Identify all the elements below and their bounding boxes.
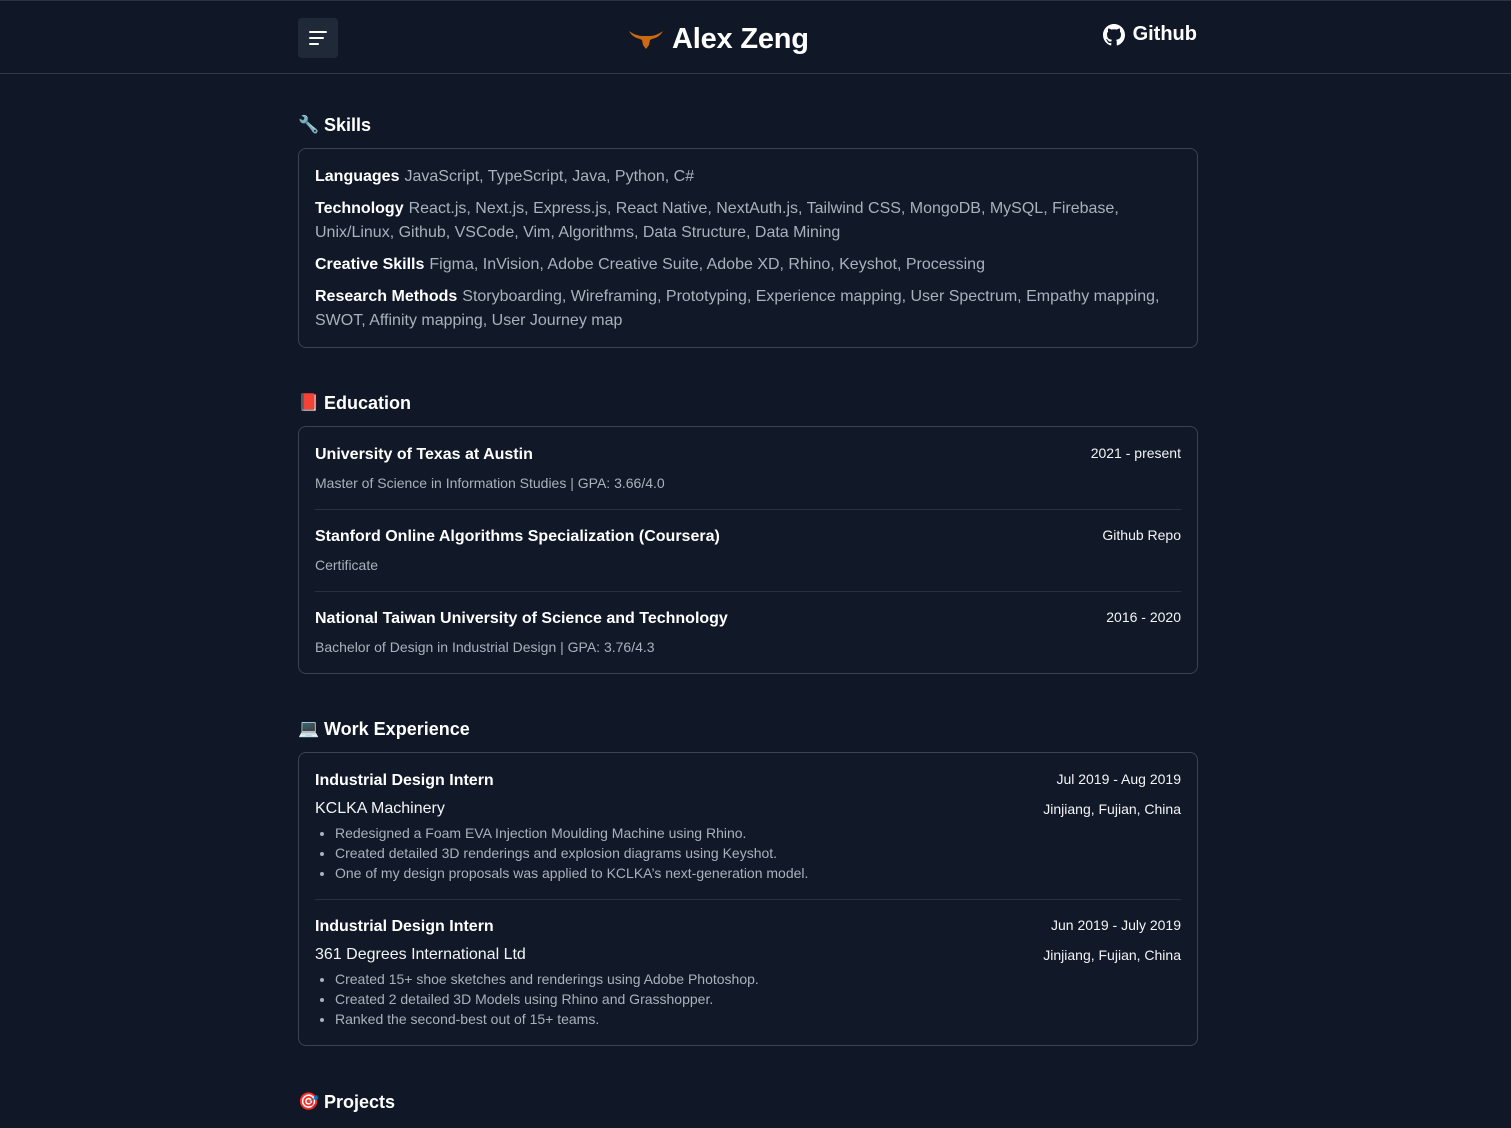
list-item: Created 15+ shoe sketches and renderings… — [335, 969, 1181, 989]
list-item: One of my design proposals was applied t… — [335, 863, 1181, 883]
work-card: Industrial Design Intern Jul 2019 - Aug … — [298, 752, 1198, 1046]
wrench-icon: 🔧 — [298, 115, 320, 134]
work-item: Industrial Design Intern Jun 2019 - July… — [299, 899, 1197, 1045]
skill-label: Research Methods — [315, 288, 458, 305]
certificate-link[interactable]: Certificate — [315, 555, 1181, 575]
education-title: Education — [324, 392, 412, 413]
github-link[interactable]: Github — [1102, 23, 1197, 46]
github-icon — [1102, 23, 1125, 45]
skills-heading: 🔧 Skills — [298, 112, 1198, 138]
skill-value: Figma, InVision, Adobe Creative Suite, A… — [429, 256, 985, 273]
school-name: National Taiwan University of Science an… — [315, 610, 728, 627]
skill-label: Languages — [315, 168, 400, 185]
education-dates: 2016 - 2020 — [1106, 609, 1181, 625]
skill-row-creative: Creative Skills Figma, InVision, Adobe Cr… — [315, 253, 1181, 277]
skill-label: Technology — [315, 200, 404, 217]
skill-label: Creative Skills — [315, 256, 425, 273]
skill-row-technology: Technology React.js, Next.js, Express.js,… — [315, 197, 1181, 245]
top-navbar: Alex Zeng Github — [0, 0, 1511, 74]
laptop-icon: 💻 — [298, 719, 320, 738]
work-heading: 💻 Work Experience — [298, 716, 1198, 742]
job-location: Jinjiang, Fujian, China — [1043, 801, 1181, 817]
longhorn-logo-icon — [629, 31, 663, 49]
job-role: Industrial Design Intern — [315, 772, 494, 789]
brand[interactable]: Alex Zeng — [628, 19, 809, 59]
job-location: Jinjiang, Fujian, China — [1043, 947, 1181, 963]
company-name: 361 Degrees International Ltd — [315, 946, 526, 963]
book-icon: 📕 — [298, 393, 320, 412]
work-title: Work Experience — [324, 718, 470, 739]
skill-value: React.js, Next.js, Express.js, React Nat… — [315, 200, 1119, 241]
skills-title: Skills — [324, 114, 372, 135]
company-name: KCLKA Machinery — [315, 800, 445, 817]
work-item: Industrial Design Intern Jul 2019 - Aug … — [299, 753, 1197, 899]
education-card: University of Texas at Austin 2021 - pre… — [298, 426, 1198, 674]
list-item: Created detailed 3D renderings and explo… — [335, 843, 1181, 863]
education-item: Stanford Online Algorithms Specializatio… — [299, 509, 1197, 591]
projects-title: Projects — [324, 1091, 396, 1112]
hamburger-icon — [309, 31, 327, 45]
skill-value: JavaScript, TypeScript, Java, Python, C# — [404, 168, 695, 185]
job-dates: Jun 2019 - July 2019 — [1051, 917, 1181, 933]
education-heading: 📕 Education — [298, 390, 1198, 416]
resume-content: 🔧 Skills Languages JavaScript, TypeScript… — [298, 112, 1198, 1125]
degree-detail: Master of Science in Information Studies… — [315, 475, 665, 491]
list-item: Created 2 detailed 3D Models using Rhino… — [335, 989, 1181, 1009]
github-repo-link[interactable]: Github Repo — [1102, 525, 1181, 545]
github-label: Github — [1132, 23, 1197, 45]
skill-row-research: Research Methods Storyboarding, Wireframi… — [315, 285, 1181, 333]
school-name: Stanford Online Algorithms Specializatio… — [315, 528, 720, 545]
target-icon: 🎯 — [298, 1092, 320, 1111]
skill-row-languages: Languages JavaScript, TypeScript, Java, P… — [315, 165, 1181, 189]
job-bullets: Redesigned a Foam EVA Injection Moulding… — [315, 823, 1181, 883]
job-role: Industrial Design Intern — [315, 918, 494, 935]
list-item: Ranked the second-best out of 15+ teams. — [335, 1009, 1181, 1029]
list-item: Redesigned a Foam EVA Injection Moulding… — [335, 823, 1181, 843]
education-item: National Taiwan University of Science an… — [299, 591, 1197, 673]
education-item: University of Texas at Austin 2021 - pre… — [299, 427, 1197, 509]
skills-card: Languages JavaScript, TypeScript, Java, P… — [298, 148, 1198, 348]
school-name: University of Texas at Austin — [315, 446, 533, 463]
degree-detail: Bachelor of Design in Industrial Design … — [315, 639, 655, 655]
brand-name: Alex Zeng — [672, 22, 809, 55]
menu-button[interactable] — [298, 18, 338, 58]
job-dates: Jul 2019 - Aug 2019 — [1056, 771, 1181, 787]
job-bullets: Created 15+ shoe sketches and renderings… — [315, 969, 1181, 1029]
projects-heading: 🎯 Projects — [298, 1089, 1198, 1115]
education-dates: 2021 - present — [1090, 445, 1181, 461]
